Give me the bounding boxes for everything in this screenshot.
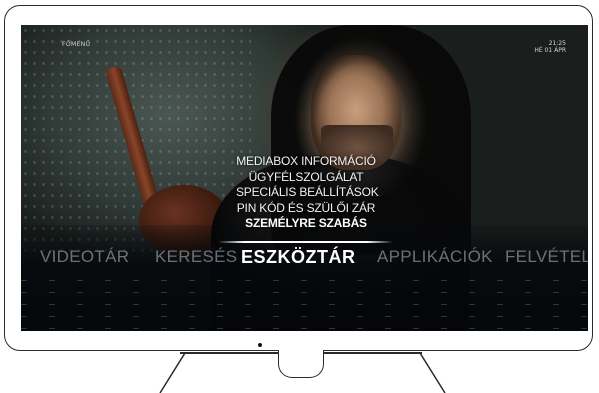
main-menu: VIDEOTÁR KERESÉS ESZKÖZTÁR APPLIKÁCIÓK F… [21, 245, 588, 269]
clock: 21:25 HÉ 01 ÁPR [534, 40, 566, 54]
stand-base-right [324, 352, 422, 354]
clock-time: 21:25 [548, 40, 566, 47]
breadcrumb: FŐMENÜ [62, 41, 91, 48]
clock-date: HÉ 01 ÁPR [534, 47, 566, 54]
menu-item-felvetelek[interactable]: FELVÉTELEK [505, 245, 588, 269]
power-indicator [258, 343, 262, 347]
submenu-list: MEDIABOX INFORMÁCIÓ ÜGYFÉLSZOLGÁLAT SPEC… [236, 154, 379, 232]
stand-base-left [180, 352, 278, 354]
menu-item-eszkoztar[interactable]: ESZKÖZTÁR [241, 245, 356, 269]
submenu-item-special-settings[interactable]: SPECIÁLIS BEÁLLÍTÁSOK [236, 185, 379, 201]
selection-underline [218, 241, 393, 243]
menu-item-kereses[interactable]: KERESÉS [155, 245, 237, 269]
submenu-item-pin-parental-lock[interactable]: PIN KÓD ÉS SZÜLŐI ZÁR [236, 201, 376, 217]
submenu-item-mediabox-info[interactable]: MEDIABOX INFORMÁCIÓ [236, 154, 376, 170]
menu-item-videotar[interactable]: VIDEOTÁR [40, 245, 129, 269]
tv-screen: FŐMENÜ 21:25 HÉ 01 ÁPR MEDIABOX INFORMÁC… [21, 25, 588, 331]
menu-item-applikaciok[interactable]: APPLIKÁCIÓK [377, 245, 493, 269]
stand-neck [278, 350, 324, 378]
decorative-grid [21, 280, 588, 330]
submenu-item-customer-service[interactable]: ÜGYFÉLSZOLGÁLAT [236, 170, 376, 186]
submenu-item-personalization[interactable]: SZEMÉLYRE SZABÁS [236, 216, 376, 232]
